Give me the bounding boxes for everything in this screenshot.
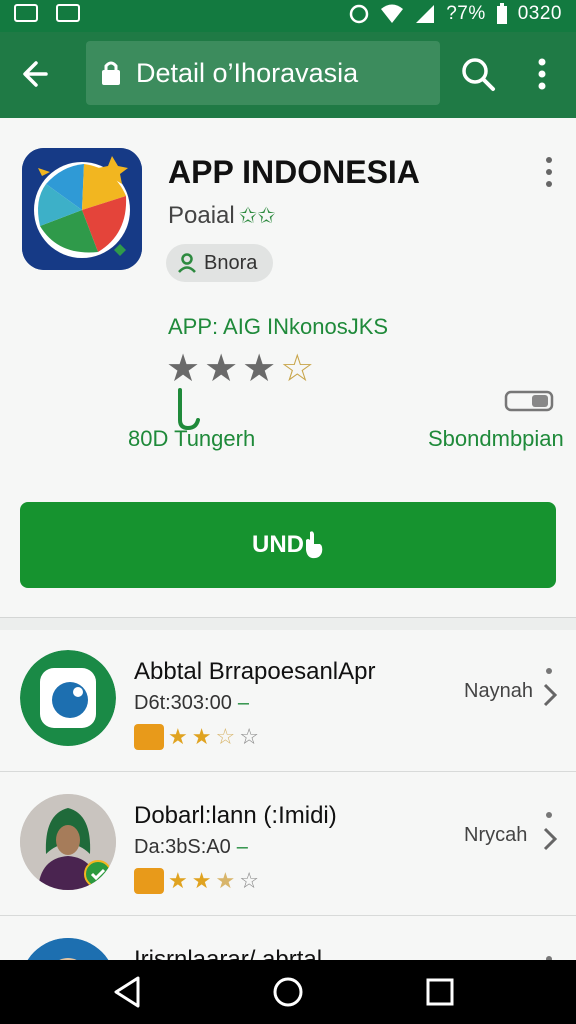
hand-pointer-icon [306,531,323,559]
list-item-subtitle-text: Da:3bS:A0 [134,836,231,858]
dot-icon [546,812,552,818]
chip-label: Bnora [204,251,258,274]
related-apps-list: Abbtal BrrapoesanlApr D6t:303:00– ★ ★ ☆ … [0,630,576,960]
user-avatar [20,938,116,960]
app-developer: Poaial ✩✩ [168,202,276,230]
star-full-icon: ★ [242,348,277,390]
star-half-icon: ☆ [215,724,236,749]
user-avatar [20,794,116,890]
star-full-icon: ★ [166,348,201,390]
badge-icon [134,724,164,750]
star-full-icon: ★ [168,724,188,749]
star-empty-icon: ☆ [239,868,259,893]
person-icon [178,253,196,273]
downloads-stat: 80D Tungerh [128,426,256,451]
toggle-icon [504,390,554,412]
chevron-right-icon[interactable] [540,682,560,708]
star-full-icon: ★ [191,724,212,749]
app-rating: ★ ★ ★ ☆ [166,350,314,388]
list-item-action[interactable]: Nrycah [464,824,527,847]
app-developer-name: Poaial [168,202,235,229]
app-detail-card: APP INDONESIA Poaial ✩✩ Bnora APP: AIG IN… [0,118,576,618]
url-title: Detail o’Ihoravasia [136,57,359,88]
list-item-subtitle: D6t:303:00– [134,692,249,715]
notification-icon [14,4,38,22]
back-arrow-icon[interactable] [16,52,60,96]
dash-icon: – [236,836,248,858]
list-item[interactable]: Abbtal BrrapoesanlApr D6t:303:00– ★ ★ ☆ … [0,630,576,772]
sync-icon [349,4,369,24]
notification-icon [56,4,80,22]
list-item-rating: ★ ★ ★ ☆ [134,868,259,894]
battery-icon [496,3,507,24]
app-avatar [20,650,116,746]
list-item-title: Abbtal BrrapoesanlApr [134,658,376,685]
developer-stars: ✩✩ [238,203,276,228]
more-vert-icon[interactable] [540,154,558,190]
size-stat: Sbondmbpian [428,426,564,451]
app-title: APP INDONESIA [168,154,420,190]
recents-square-icon[interactable] [420,974,460,1010]
lock-icon [102,61,120,85]
battery-percent: ?7% [446,3,486,24]
list-item-subtitle-text: D6t:303:00 [134,692,232,714]
list-item-title: Dobarl:lann (:Imidi) [134,802,337,829]
list-item-subtitle: Da:3bS:A0– [134,836,248,859]
wifi-icon [381,4,404,23]
list-item[interactable]: Irisrnlaarar/ abrtal [0,918,576,960]
app-logo-icon [22,148,142,270]
chevron-right-icon[interactable] [540,826,560,852]
list-item-title: Irisrnlaarar/ abrtal [134,946,323,960]
star-empty-icon: ☆ [280,348,315,390]
system-nav-bar [0,960,576,1024]
dot-icon [546,668,552,674]
back-triangle-icon[interactable] [108,974,148,1010]
more-vert-icon[interactable] [530,54,554,94]
star-half-icon: ★ [215,868,236,893]
star-full-icon: ★ [168,868,188,893]
app-bar: Detail o’Ihoravasia [0,32,576,118]
clock: 0320 [517,3,562,24]
star-empty-icon: ☆ [239,724,259,749]
star-full-icon: ★ [204,348,239,390]
app-tagline: APP: AIG INkonosJKS [168,314,389,339]
home-circle-icon[interactable] [268,974,308,1010]
signal-icon [416,5,435,23]
install-button[interactable]: UND [20,502,556,588]
list-item-rating: ★ ★ ☆ ☆ [134,724,259,750]
url-bar[interactable]: Detail o’Ihoravasia [86,41,440,105]
badge-icon [134,868,164,894]
category-chip[interactable]: Bnora [166,244,274,282]
star-full-icon: ★ [191,868,212,893]
list-item[interactable]: Dobarl:lann (:Imidi) Da:3bS:A0– ★ ★ ★ ☆ … [0,774,576,916]
install-button-label: UND [252,531,304,558]
search-icon[interactable] [458,54,498,94]
dash-icon: – [237,692,249,714]
verified-icon [84,860,112,888]
list-item-action[interactable]: Naynah [464,680,533,703]
status-bar: ?7% 0320 [0,0,576,32]
